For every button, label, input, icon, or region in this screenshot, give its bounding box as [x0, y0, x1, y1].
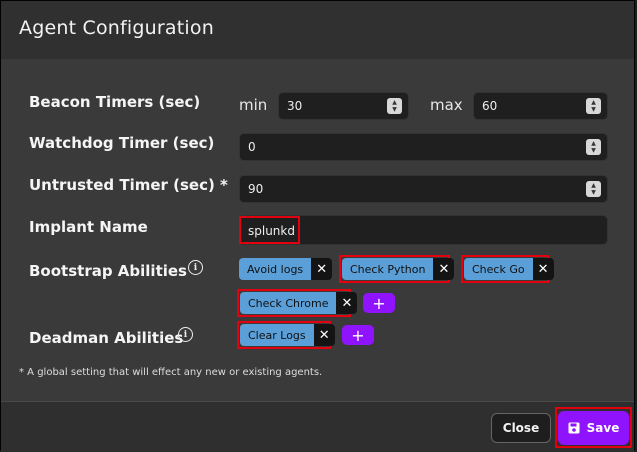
global-setting-note: * A global setting that will effect any … — [19, 367, 323, 378]
modal-header: Agent Configuration — [1, 1, 634, 60]
spin-down-icon[interactable]: ▼ — [591, 147, 596, 154]
floppy-disk-icon — [568, 422, 580, 434]
chip-label: Clear Logs — [240, 324, 314, 346]
beacon-max-value: 60 — [482, 99, 498, 113]
bootstrap-abilities-label: Bootstrap Abilities — [29, 262, 187, 280]
deadman-chip-clear-logs: Clear Logs ✕ — [240, 324, 335, 346]
spin-down-icon[interactable]: ▼ — [591, 106, 596, 113]
untrusted-timer-input[interactable]: 90 ▲ ▼ — [239, 175, 608, 203]
save-button[interactable]: Save — [558, 411, 629, 445]
beacon-max-input[interactable]: 60 ▲ ▼ — [473, 92, 608, 120]
chip-label: Check Python — [342, 258, 434, 280]
add-bootstrap-ability-button[interactable]: + — [363, 293, 395, 313]
close-button[interactable]: Close — [491, 413, 551, 443]
untrusted-timer-value: 90 — [248, 182, 264, 196]
watchdog-timer-value: 0 — [248, 140, 256, 154]
spin-up-icon[interactable]: ▲ — [591, 182, 596, 189]
bootstrap-chip-check-python: Check Python ✕ — [342, 258, 455, 280]
beacon-min-value: 30 — [287, 99, 303, 113]
beacon-min-label: min — [239, 96, 268, 114]
close-icon[interactable]: ✕ — [433, 258, 455, 280]
chip-label: Avoid logs — [239, 258, 312, 280]
close-icon[interactable]: ✕ — [532, 258, 554, 280]
agent-configuration-modal: Agent Configuration Beacon Timers (sec) … — [0, 0, 635, 452]
untrusted-timer-label: Untrusted Timer (sec) * — [29, 176, 228, 194]
info-icon[interactable]: i — [188, 260, 203, 275]
untrusted-spinner[interactable]: ▲ ▼ — [586, 181, 601, 197]
watchdog-spinner[interactable]: ▲ ▼ — [586, 139, 601, 155]
beacon-min-input[interactable]: 30 ▲ ▼ — [278, 92, 409, 120]
spin-up-icon[interactable]: ▲ — [591, 99, 596, 106]
add-deadman-ability-button[interactable]: + — [342, 325, 374, 345]
beacon-max-spinner[interactable]: ▲ ▼ — [586, 98, 601, 114]
chip-label: Check Go — [464, 258, 533, 280]
bootstrap-chip-avoid-logs: Avoid logs ✕ — [239, 258, 333, 280]
close-icon[interactable]: ✕ — [311, 258, 333, 280]
beacon-min-spinner[interactable]: ▲ ▼ — [387, 98, 402, 114]
modal-title: Agent Configuration — [19, 17, 214, 39]
bootstrap-chip-check-chrome: Check Chrome ✕ — [240, 292, 358, 314]
watchdog-timer-input[interactable]: 0 ▲ ▼ — [239, 133, 608, 161]
spin-up-icon[interactable]: ▲ — [591, 140, 596, 147]
deadman-abilities-label: Deadman Abilities — [29, 329, 184, 347]
implant-name-value: splunkd — [248, 224, 295, 238]
beacon-max-label: max — [430, 96, 463, 114]
save-button-label: Save — [586, 421, 620, 435]
spin-up-icon[interactable]: ▲ — [392, 99, 397, 106]
close-icon[interactable]: ✕ — [313, 324, 335, 346]
implant-name-label: Implant Name — [29, 218, 148, 236]
close-icon[interactable]: ✕ — [336, 292, 358, 314]
watchdog-timer-label: Watchdog Timer (sec) — [29, 134, 215, 152]
bootstrap-chip-check-go: Check Go ✕ — [464, 258, 554, 280]
spin-down-icon[interactable]: ▼ — [392, 106, 397, 113]
chip-label: Check Chrome — [240, 292, 337, 314]
spin-down-icon[interactable]: ▼ — [591, 189, 596, 196]
info-icon[interactable]: i — [178, 327, 193, 342]
beacon-timers-label: Beacon Timers (sec) — [29, 93, 201, 111]
